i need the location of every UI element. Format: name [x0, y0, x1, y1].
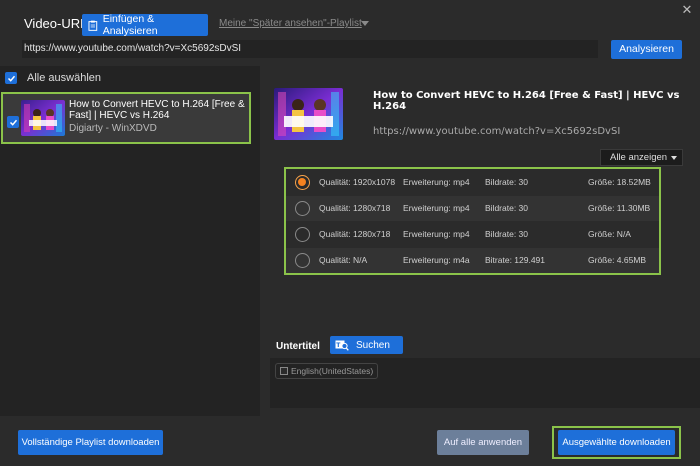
watch-later-playlist-link[interactable]: Meine "Später ansehen"-Playlist	[219, 18, 362, 29]
paste-analyze-label: Einfügen & Analysieren	[102, 13, 158, 37]
detail-url: https://www.youtube.com/watch?v=Xc5692sD…	[373, 126, 621, 137]
apply-to-all-button[interactable]: Auf alle anwenden	[437, 430, 529, 455]
format-rate: Bildrate: 30	[485, 229, 528, 239]
subtitle-search-icon: T	[335, 340, 349, 351]
chevron-down-icon[interactable]	[361, 21, 369, 26]
show-all-dropdown[interactable]: Alle anzeigen	[600, 149, 683, 166]
download-selected-highlight: Ausgewählte downloaden	[552, 426, 681, 459]
radio-icon[interactable]	[295, 227, 310, 242]
action-bar: Vollständige Playlist downloaden Auf all…	[0, 416, 700, 466]
format-size: Größe: 11.30MB	[588, 203, 651, 213]
radio-icon[interactable]	[295, 253, 310, 268]
url-toolbar: Video-URL Einfügen & Analysieren Meine "…	[0, 0, 700, 66]
download-playlist-button[interactable]: Vollständige Playlist downloaden	[18, 430, 163, 455]
subtitle-option[interactable]: English(UnitedStates)	[275, 363, 379, 379]
format-extension: Erweiterung: mp4	[403, 177, 470, 187]
close-icon[interactable]: ✕	[680, 4, 694, 18]
url-input[interactable]: https://www.youtube.com/watch?v=Xc5692sD…	[22, 40, 598, 58]
format-size: Größe: N/A	[588, 229, 631, 239]
table-row[interactable]: Qualität: 1280x718 Erweiterung: mp4 Bild…	[286, 222, 659, 247]
detail-title: How to Convert HEVC to H.264 [Free & Fas…	[373, 90, 680, 112]
select-all-row[interactable]: Alle auswählen	[5, 72, 101, 84]
show-all-label: Alle anzeigen	[610, 152, 668, 163]
format-list: Qualität: 1920x1078 Erweiterung: mp4 Bil…	[284, 167, 661, 275]
video-thumbnail	[21, 100, 65, 136]
video-source: Digiarty - WinXDVD	[69, 123, 157, 134]
format-quality: Qualität: 1280x718	[319, 229, 391, 239]
checkbox-checked-icon[interactable]	[5, 72, 17, 84]
video-list-panel: Alle auswählen How to Convert HEVC to H.…	[0, 66, 260, 416]
checkbox-icon[interactable]	[280, 367, 288, 375]
detail-thumbnail	[274, 88, 343, 140]
format-size: Größe: 4.65MB	[588, 255, 647, 265]
analyze-button[interactable]: Analysieren	[611, 40, 682, 59]
radio-selected-icon[interactable]	[295, 175, 310, 190]
checkbox-checked-icon[interactable]	[7, 116, 19, 128]
format-rate: Bildrate: 30	[485, 203, 528, 213]
format-quality: Qualität: N/A	[319, 255, 368, 265]
format-rate: Bildrate: 30	[485, 177, 528, 187]
paste-analyze-button[interactable]: Einfügen & Analysieren	[82, 13, 208, 37]
format-quality: Qualität: 1920x1078	[319, 177, 396, 187]
format-extension: Erweiterung: mp4	[403, 229, 470, 239]
table-row[interactable]: Qualität: 1920x1078 Erweiterung: mp4 Bil…	[286, 170, 659, 195]
list-item[interactable]: How to Convert HEVC to H.264 [Free & Fas…	[1, 92, 251, 144]
subtitle-list: English(UnitedStates)	[270, 358, 700, 408]
format-rate: Bitrate: 129.491	[485, 255, 546, 265]
format-extension: Erweiterung: m4a	[403, 255, 470, 265]
select-all-label: Alle auswählen	[27, 72, 101, 84]
video-title: How to Convert HEVC to H.264 [Free & Fas…	[69, 99, 245, 121]
table-row[interactable]: Qualität: 1280x718 Erweiterung: mp4 Bild…	[286, 196, 659, 221]
subtitle-search-label: Suchen	[356, 339, 390, 351]
format-extension: Erweiterung: mp4	[403, 203, 470, 213]
subtitle-section: Untertitel T Suchen English(UnitedStates…	[270, 326, 700, 408]
video-url-label: Video-URL	[24, 16, 88, 31]
table-row[interactable]: Qualität: N/A Erweiterung: m4a Bitrate: …	[286, 248, 659, 273]
subtitle-label: Untertitel	[276, 341, 320, 352]
paste-icon	[88, 20, 98, 31]
subtitle-option-label: English(UnitedStates)	[291, 366, 374, 376]
radio-icon[interactable]	[295, 201, 310, 216]
chevron-down-icon	[671, 156, 677, 160]
subtitle-search-button[interactable]: T Suchen	[330, 336, 403, 354]
format-size: Größe: 18.52MB	[588, 177, 651, 187]
format-quality: Qualität: 1280x718	[319, 203, 391, 213]
download-selected-button[interactable]: Ausgewählte downloaden	[558, 430, 675, 455]
